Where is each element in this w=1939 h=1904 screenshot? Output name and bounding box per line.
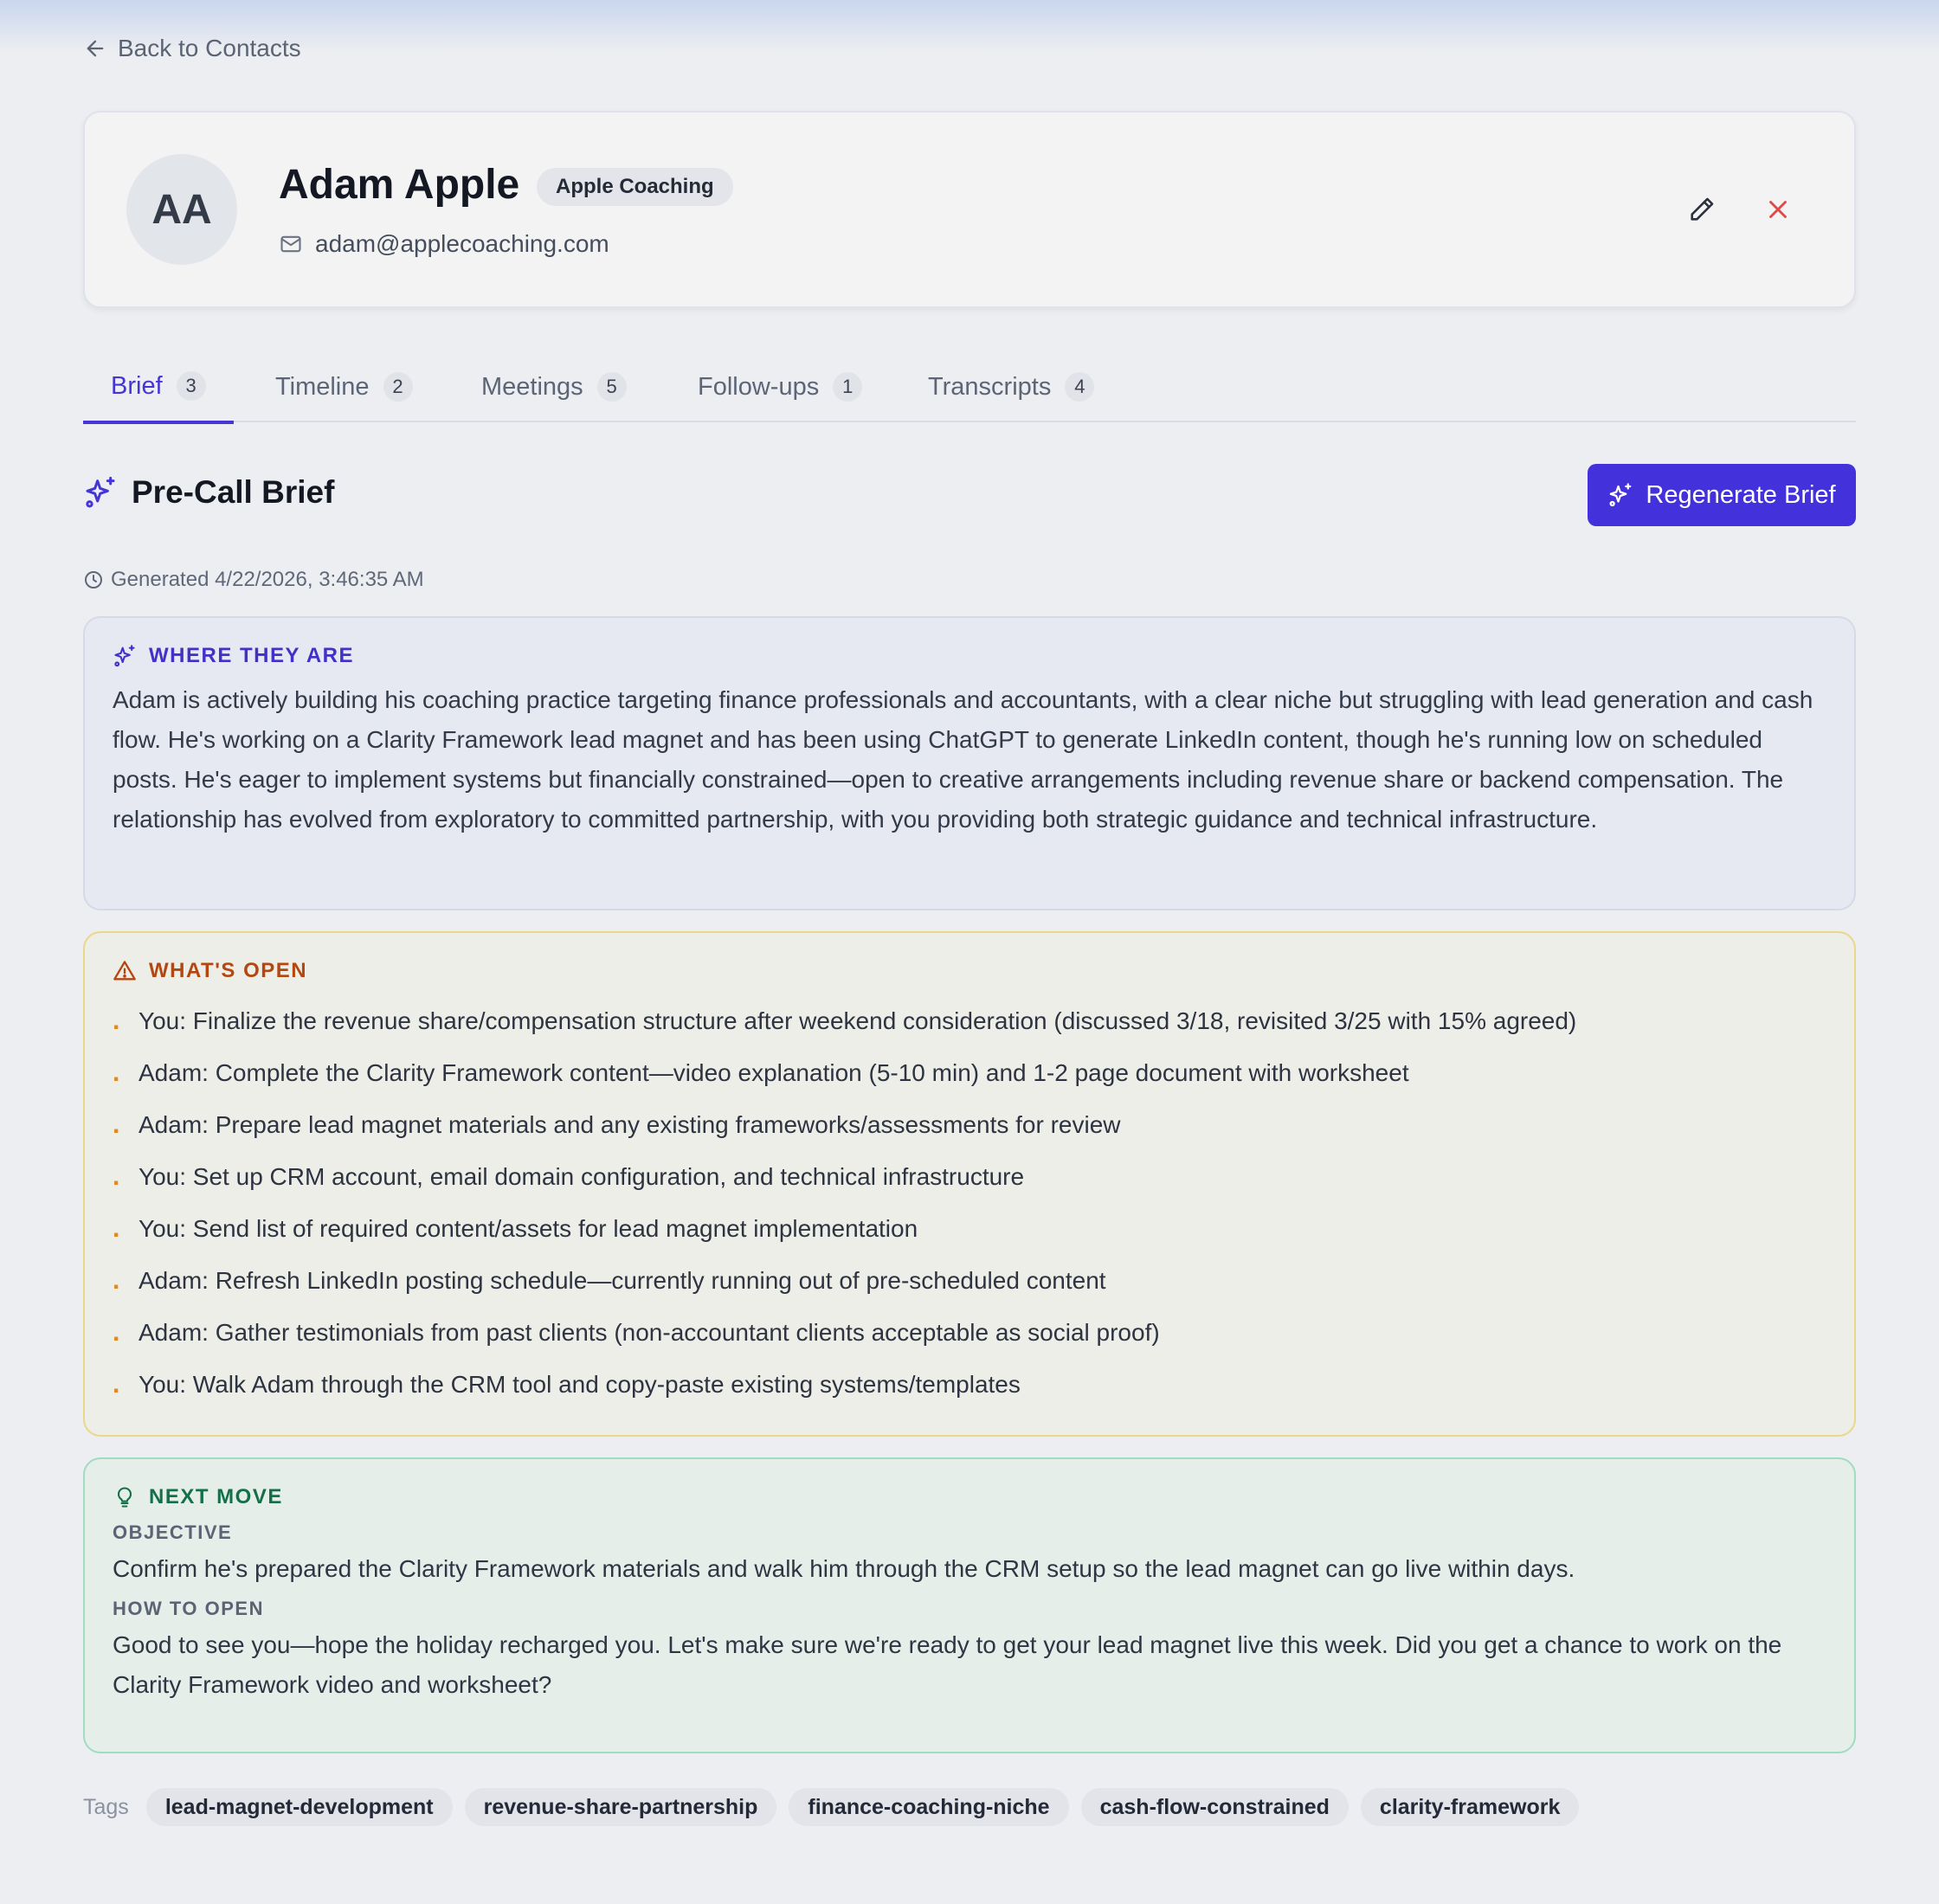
tags-row: Tags lead-magnet-development revenue-sha… [83,1788,1580,1826]
objective-text: Confirm he's prepared the Clarity Framew… [113,1555,1575,1582]
bullet: . [113,1318,120,1347]
item-text: You: Send list of required content/asset… [138,1215,918,1242]
tag-chip[interactable]: finance-coaching-niche [789,1788,1069,1826]
tab-label: Brief [111,371,163,400]
arrow-left-icon [87,40,104,57]
bullet: . [113,1162,120,1191]
regenerate-button-label: Regenerate Brief [1646,480,1836,509]
bullet: . [113,1370,120,1399]
list-item: . You: Send list of required content/asse… [113,1203,1826,1255]
brief-header: Pre-Call Brief [83,474,334,511]
item-text: You: Walk Adam through the CRM tool and … [138,1371,1021,1398]
where-they-are-text: Adam is actively building his coaching p… [113,686,1813,833]
close-icon [1769,201,1787,218]
generated-timestamp: Generated 4/22/2026, 3:46:35 AM [83,568,424,592]
item-text: Adam: Refresh LinkedIn posting schedule—… [138,1267,1106,1294]
whats-open-panel: WHAT'S OPEN . You: Finalize the revenue s… [83,931,1856,1437]
panel-heading: WHAT'S OPEN [113,959,1826,983]
list-item: . You: Set up CRM account, email domain c… [113,1151,1826,1203]
bullet: . [113,1007,120,1035]
panel-heading-label: WHERE THEY ARE [149,644,355,667]
email-row: adam@applecoaching.com [279,230,609,258]
list-item: . Adam: Refresh LinkedIn posting schedule… [113,1255,1826,1307]
how-to-open-text: Good to see you—hope the holiday recharg… [113,1631,1782,1698]
tag-chip[interactable]: revenue-share-partnership [464,1788,777,1826]
back-link-label: Back to Contacts [118,35,301,61]
bullet: . [113,1214,120,1243]
where-they-are-panel: WHERE THEY ARE Adam is actively building… [83,616,1856,910]
bullet: . [113,1058,120,1087]
avatar: AA [126,154,237,265]
edit-button[interactable] [1678,185,1726,234]
tab-follow-ups[interactable]: Follow-ups 1 [670,351,890,422]
sparkles-icon [114,645,135,667]
tab-timeline[interactable]: Timeline 2 [248,351,441,422]
page-title: Pre-Call Brief [132,474,335,510]
open-items-list: . You: Finalize the revenue share/compens… [113,995,1826,1411]
list-item: . Adam: Complete the Clarity Framework co… [113,1047,1826,1099]
bullet: . [113,1110,120,1139]
objective-label: OBJECTIVE [113,1521,233,1543]
tag-chip[interactable]: clarity-framework [1360,1788,1580,1826]
item-text: Adam: Prepare lead magnet materials and … [138,1111,1121,1138]
clock-icon [85,571,102,589]
lightbulb-icon [117,1487,132,1508]
next-move-panel: NEXT MOVE OBJECTIVE Confirm he's prepare… [83,1457,1856,1753]
tab-bar: Brief 3 Timeline 2 Meetings 5 Follow-ups… [83,351,1856,424]
panel-heading-label: WHAT'S OPEN [149,959,308,982]
item-text: You: Set up CRM account, email domain co… [138,1163,1025,1190]
contact-email: adam@applecoaching.com [315,230,609,257]
tab-transcripts[interactable]: Transcripts 4 [900,351,1122,422]
list-item: . Adam: Gather testimonials from past cli… [113,1307,1826,1359]
bullet: . [113,1266,120,1295]
item-text: Adam: Gather testimonials from past clie… [138,1319,1160,1346]
warning-icon [113,961,136,981]
list-item: . You: Walk Adam through the CRM tool and… [113,1359,1826,1411]
list-item: . Adam: Prepare lead magnet materials and… [113,1099,1826,1151]
sparkles-icon [1609,483,1632,507]
list-item: . You: Finalize the revenue share/compens… [113,995,1826,1047]
item-text: You: Finalize the revenue share/compensa… [138,1007,1577,1034]
item-text: Adam: Complete the Clarity Framework con… [138,1059,1409,1086]
company-badge: Apple Coaching [537,168,733,206]
tab-label: Timeline [275,372,370,401]
regenerate-brief-button[interactable]: Regenerate Brief [1588,464,1856,526]
sparkles-icon [86,476,115,508]
pencil-icon [1691,197,1714,221]
panel-heading: WHERE THEY ARE [113,644,1826,668]
tag-chip[interactable]: cash-flow-constrained [1080,1788,1349,1826]
contact-header-card: AA Adam Apple Apple Coaching adam@applec… [83,111,1856,308]
tab-label: Transcripts [928,372,1052,401]
back-to-contacts-link[interactable]: Back to Contacts [83,35,301,62]
tab-count: 1 [833,372,863,402]
tab-count: 3 [176,371,206,401]
tab-label: Follow-ups [698,372,820,401]
panel-heading-label: NEXT MOVE [149,1485,283,1508]
tab-count: 4 [1065,372,1095,402]
tab-label: Meetings [481,372,583,401]
panel-heading: NEXT MOVE [113,1485,1826,1509]
generated-text: Generated 4/22/2026, 3:46:35 AM [111,568,424,591]
tab-brief[interactable]: Brief 3 [83,351,234,424]
contact-name: Adam Apple [279,162,520,208]
how-to-open-label: HOW TO OPEN [113,1598,264,1619]
delete-button[interactable] [1754,185,1802,234]
tab-meetings[interactable]: Meetings 5 [454,351,654,422]
tag-chip[interactable]: lead-magnet-development [145,1788,453,1826]
tags-label: Tags [83,1794,129,1819]
tab-count: 2 [383,372,413,402]
mail-icon [280,235,301,253]
tab-count: 5 [596,372,627,402]
